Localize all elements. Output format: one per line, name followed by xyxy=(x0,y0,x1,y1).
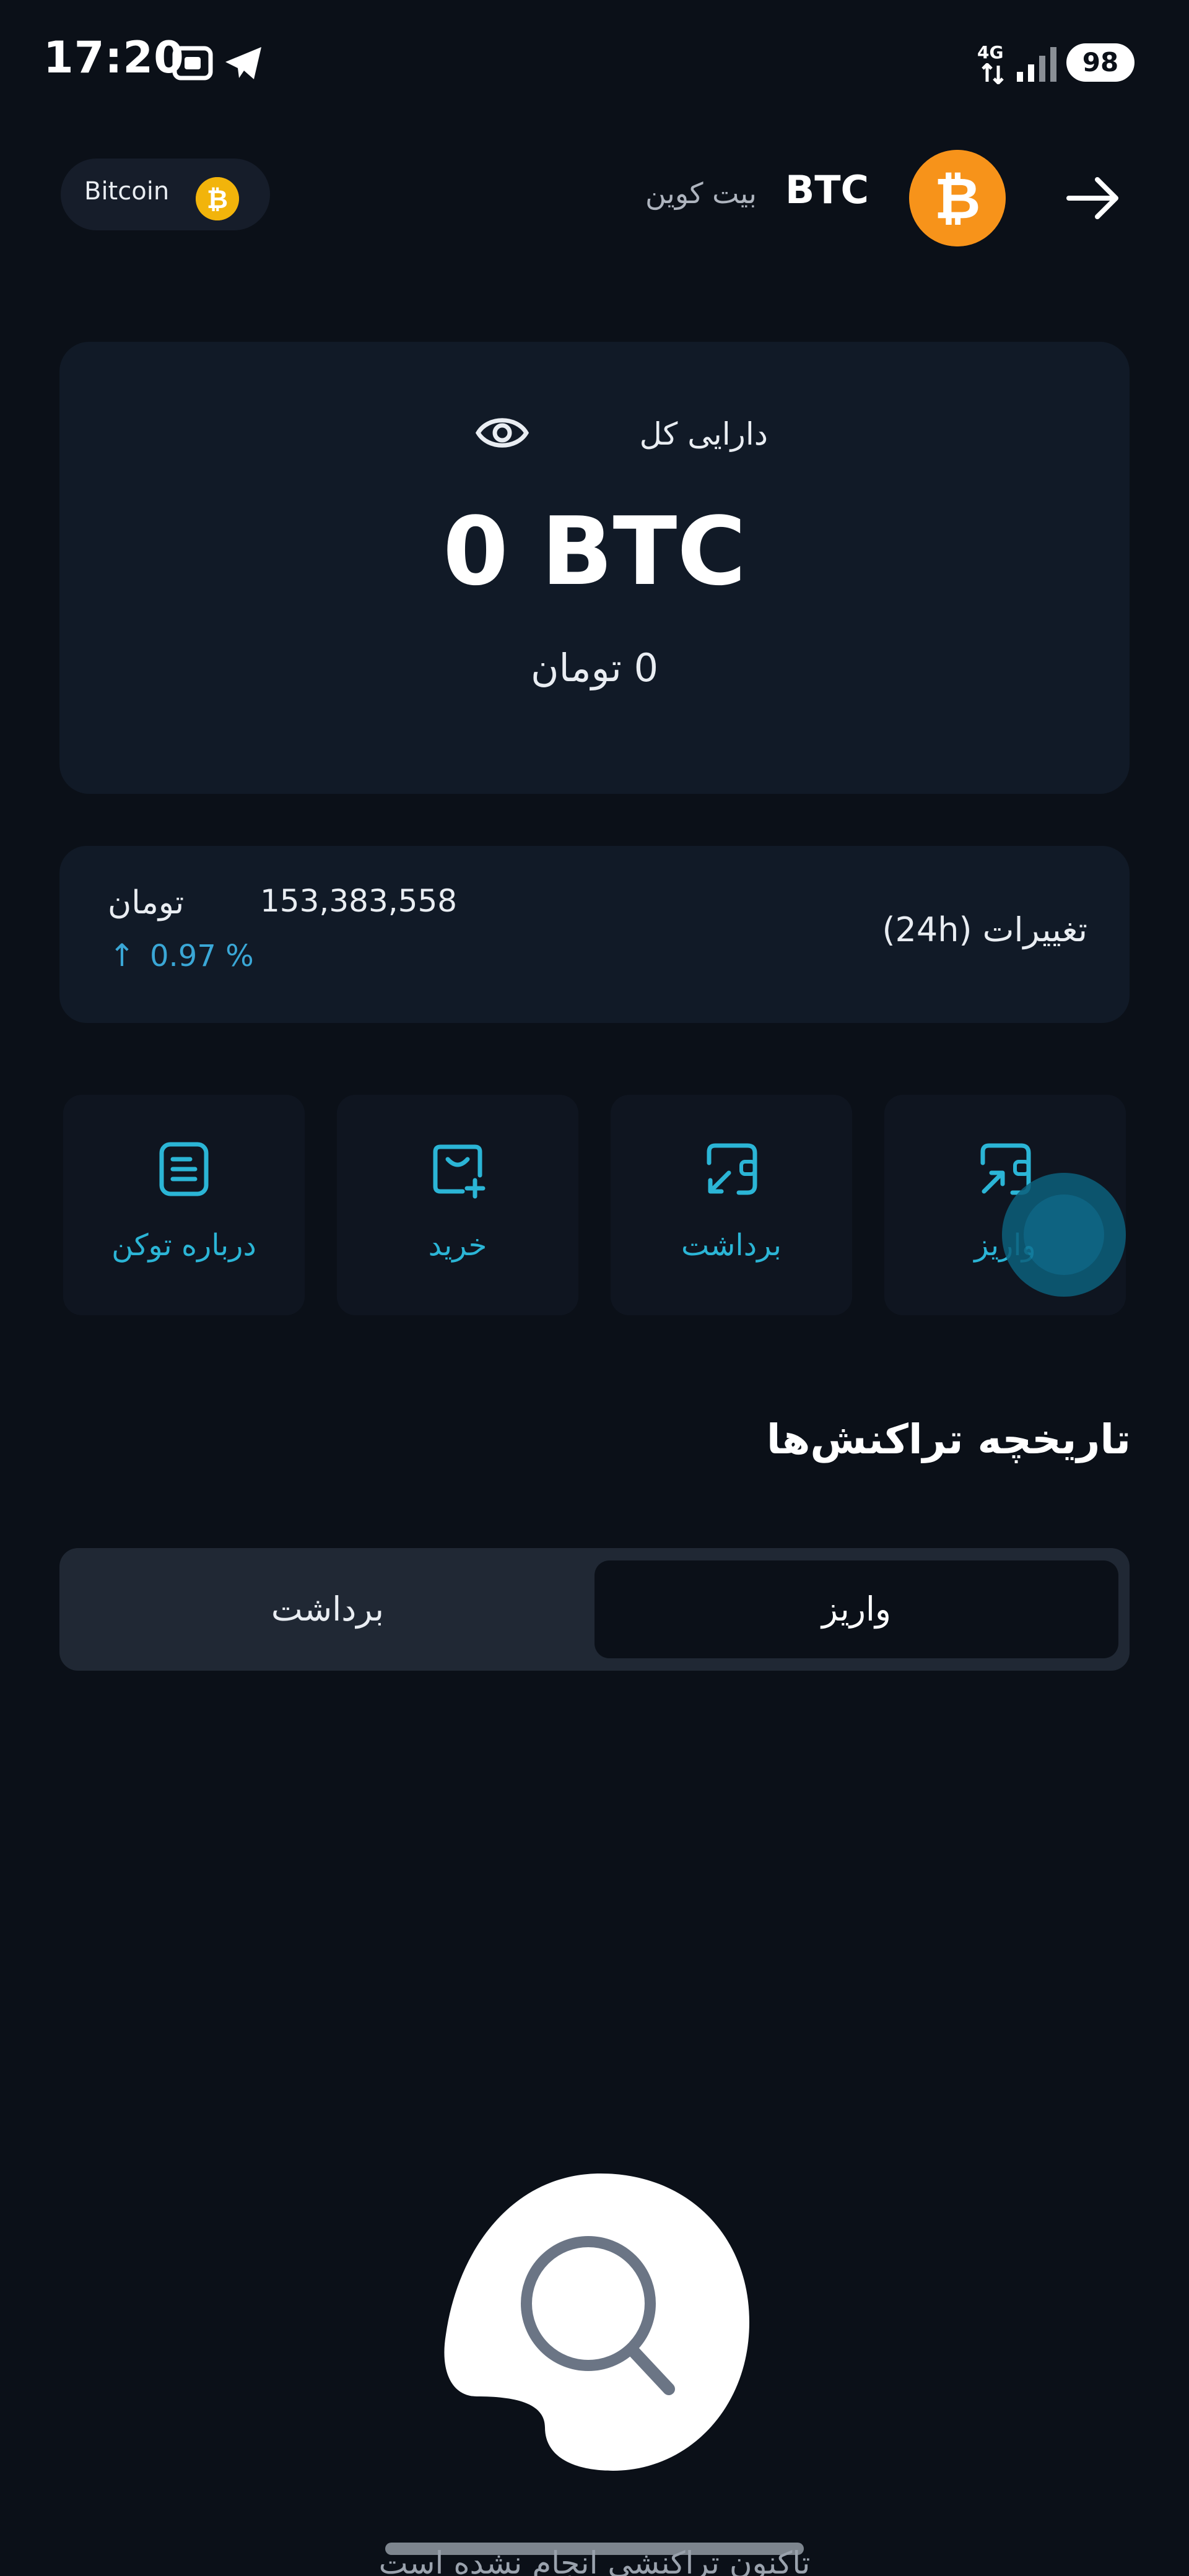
balance-card: دارایی کل 0 BTC 0 تومان xyxy=(59,342,1130,794)
history-title: تاریخچه تراکنش‌ها xyxy=(766,1416,1131,1463)
bitcoin-logo-icon: ₿ xyxy=(909,150,1006,246)
document-icon xyxy=(159,1142,209,1196)
telegram-icon xyxy=(225,47,261,79)
status-time: 17:20 xyxy=(43,32,185,83)
arrow-right-icon[interactable] xyxy=(1061,167,1123,229)
buy-icon xyxy=(433,1144,486,1199)
change-percent: 0.97 % xyxy=(150,939,254,973)
tab-withdraw[interactable]: برداشت xyxy=(72,1560,583,1658)
balance-fiat: 0 تومان xyxy=(530,645,659,690)
balance-title: دارایی کل xyxy=(639,416,768,452)
price-value: 153,383,558 xyxy=(260,883,458,919)
floating-button-core xyxy=(1024,1194,1104,1275)
coin-name-fa: بیت کوین xyxy=(645,176,757,210)
coin-symbol: BTC xyxy=(785,167,869,212)
screen-record-icon xyxy=(172,46,213,80)
coin-chip-label: Bitcoin xyxy=(84,177,170,206)
battery-badge: 98 xyxy=(1066,43,1135,82)
balance-amount: 0 BTC xyxy=(443,497,746,606)
coin-chip[interactable]: Bitcoin ₿ xyxy=(61,159,270,230)
network-type: 4G xyxy=(977,42,1004,63)
tab-deposit-label: واریز xyxy=(822,1590,891,1629)
about-token-label: درباره توکن xyxy=(111,1228,256,1263)
arrow-up-icon: ↑ xyxy=(109,938,135,973)
network-arrows-icon xyxy=(982,63,1004,84)
tab-deposit[interactable]: واریز xyxy=(594,1560,1118,1658)
changes-card: تغییرات (24h) 153,383,558 تومان ↑ 0.97 % xyxy=(59,846,1130,1023)
signal-icon xyxy=(1017,47,1056,82)
status-bar: 17:20 4G 98 xyxy=(0,0,1189,124)
history-tabs: برداشت واریز xyxy=(59,1548,1130,1671)
price-unit: تومان xyxy=(108,884,185,921)
svg-text:₿: ₿ xyxy=(207,184,228,214)
withdraw-icon xyxy=(707,1143,757,1195)
changes-label: تغییرات (24h) xyxy=(882,910,1087,949)
bitcoin-icon: ₿ xyxy=(196,177,239,220)
svg-text:₿: ₿ xyxy=(934,165,981,232)
withdraw-button[interactable]: برداشت xyxy=(611,1095,852,1315)
buy-label: خرید xyxy=(428,1228,487,1263)
tab-withdraw-label: برداشت xyxy=(271,1590,385,1629)
floating-support-button[interactable] xyxy=(1002,1173,1126,1297)
screen: 17:20 4G 98 Bitcoin ₿ بیت کوین BTC ₿ دار… xyxy=(0,0,1189,2576)
eye-icon[interactable] xyxy=(474,411,530,455)
buy-button[interactable]: خرید xyxy=(337,1095,578,1315)
withdraw-label: برداشت xyxy=(681,1228,782,1263)
home-indicator xyxy=(385,2543,804,2555)
about-token-button[interactable]: درباره توکن xyxy=(63,1095,305,1315)
empty-search-icon xyxy=(444,2174,749,2471)
